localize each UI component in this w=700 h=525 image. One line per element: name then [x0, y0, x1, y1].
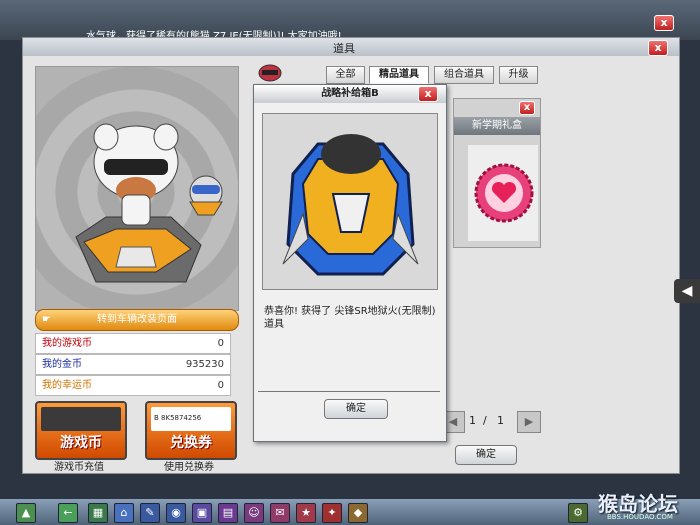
- inventory-icon[interactable]: ▤: [218, 503, 238, 523]
- taskbar: ▲ ← ▦ ⌂ ✎ ◉ ▣ ▤ ☺ ✉ ★ ✦ ◆ ⚙: [0, 499, 700, 525]
- pager-separator: /: [483, 414, 487, 427]
- item-icon[interactable]: ◆: [348, 503, 368, 523]
- tool-icon[interactable]: ✎: [140, 503, 160, 523]
- item-window-close-button[interactable]: x: [648, 40, 668, 56]
- voucher-code: B 8K5874256: [154, 414, 202, 422]
- tab-all[interactable]: 全部: [326, 66, 365, 84]
- item-card-image-area: [468, 145, 538, 241]
- game-coin-recharge-caption: 游戏币充值: [54, 462, 104, 473]
- ranking-icon[interactable]: ★: [296, 503, 316, 523]
- go-to-kart-tuning-button[interactable]: ☛ 转到车辆改装页面: [35, 309, 239, 331]
- side-panel-toggle-button[interactable]: ◀: [674, 279, 700, 303]
- divider: [258, 391, 440, 392]
- stat-label: 我的金币: [42, 359, 82, 370]
- reward-item-image: [262, 113, 438, 290]
- redeem-voucher-caption: 使用兑换券: [164, 462, 214, 473]
- pager-current: 1: [469, 414, 476, 427]
- stat-lucky-coins: 我的幸运币 0: [35, 375, 231, 396]
- stat-label: 我的幸运币: [42, 380, 92, 391]
- pager: ◀ 1 / 1 ▶: [441, 411, 541, 433]
- kart-character-image: [75, 123, 223, 283]
- back-window-close-button[interactable]: x: [654, 15, 674, 31]
- team-icon[interactable]: ☺: [244, 503, 264, 523]
- main-confirm-button[interactable]: 确定: [455, 445, 517, 465]
- reward-dialog: 战略补给箱B x 恭喜你! 获得了 尖锋SR地狱火(无限制)道具 确定: [253, 84, 447, 442]
- settings-icon[interactable]: ⚙: [568, 503, 588, 523]
- game-coin-recharge-button[interactable]: 游戏币: [35, 401, 127, 460]
- star-icon[interactable]: ✦: [322, 503, 342, 523]
- back-icon[interactable]: ←: [58, 503, 78, 523]
- pointing-hand-icon: ☛: [42, 314, 51, 325]
- character-preview: [35, 66, 239, 311]
- reward-message: 恭喜你! 获得了 尖锋SR地狱火(无限制)道具: [264, 306, 436, 330]
- heart-gift-icon: [474, 163, 534, 223]
- stat-value: 935230: [185, 359, 224, 370]
- pager-total: 1: [497, 414, 504, 427]
- game-coin-button-label: 游戏币: [60, 435, 102, 451]
- tab-premium-items[interactable]: 精品道具: [369, 66, 429, 84]
- gift-icon[interactable]: ▣: [192, 503, 212, 523]
- stat-value: 0: [217, 338, 224, 349]
- item-card-close-button[interactable]: x: [519, 101, 535, 115]
- next-page-button[interactable]: ▶: [517, 411, 541, 433]
- stat-label: 我的游戏币: [42, 338, 92, 349]
- shop-icon[interactable]: ▦: [88, 503, 108, 523]
- stat-value: 0: [217, 380, 224, 391]
- stat-game-coins: 我的游戏币 0: [35, 333, 231, 354]
- redeem-voucher-button-label: 兑换券: [170, 435, 212, 451]
- watermark-url: BBS.HOUDAO.COM: [607, 513, 673, 521]
- kart-icon[interactable]: ◉: [166, 503, 186, 523]
- tab-combo-items[interactable]: 组合道具: [434, 66, 494, 84]
- item-card-title: 新学期礼盒: [454, 117, 540, 135]
- kart-armor-icon: [282, 134, 419, 276]
- tab-upgrade[interactable]: 升级: [499, 66, 538, 84]
- character-head-icon: [257, 62, 283, 82]
- home-icon[interactable]: ⌂: [114, 503, 134, 523]
- reward-confirm-button[interactable]: 确定: [324, 399, 388, 419]
- go-to-kart-tuning-label: 转到车辆改装页面: [97, 314, 177, 325]
- item-window-title: 道具: [333, 42, 355, 55]
- start-icon[interactable]: ▲: [16, 503, 36, 523]
- reward-dialog-close-button[interactable]: x: [418, 86, 438, 102]
- coin-arrow-icon: [41, 407, 121, 431]
- barcode-icon: B 8K5874256: [151, 407, 231, 431]
- stat-gold-coins: 我的金币 935230: [35, 354, 231, 375]
- message-icon[interactable]: ✉: [270, 503, 290, 523]
- item-card[interactable]: x 新学期礼盒: [453, 98, 541, 248]
- redeem-voucher-button[interactable]: B 8K5874256 兑换券: [145, 401, 237, 460]
